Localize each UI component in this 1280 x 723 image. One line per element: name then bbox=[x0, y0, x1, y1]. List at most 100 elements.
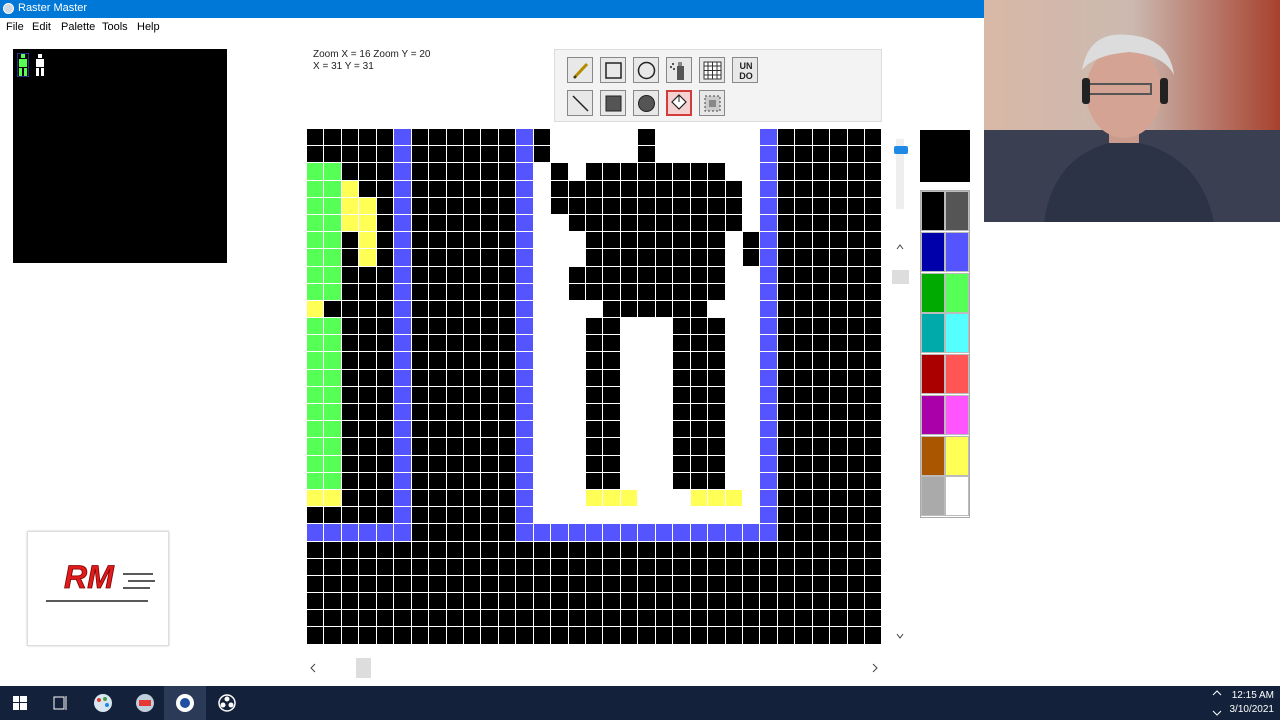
pixel-cell[interactable] bbox=[725, 266, 743, 284]
pixel-cell[interactable] bbox=[690, 197, 709, 215]
pixel-cell[interactable] bbox=[568, 541, 586, 559]
pixel-cell[interactable] bbox=[690, 214, 709, 233]
pixel-cell[interactable] bbox=[568, 283, 586, 301]
pixel-cell[interactable] bbox=[446, 472, 464, 490]
pixel-cell[interactable] bbox=[359, 386, 377, 404]
pixel-cell[interactable] bbox=[673, 180, 691, 198]
pixel-cell[interactable] bbox=[725, 129, 743, 147]
pixel-cell[interactable] bbox=[498, 610, 517, 628]
pixel-cell[interactable] bbox=[795, 232, 813, 250]
pixel-cell[interactable] bbox=[830, 610, 848, 628]
pixel-cell[interactable] bbox=[847, 232, 865, 250]
pixel-cell[interactable] bbox=[341, 129, 360, 147]
pixel-cell[interactable] bbox=[760, 610, 778, 628]
pixel-cell[interactable] bbox=[620, 575, 639, 594]
pixel-cell[interactable] bbox=[777, 489, 796, 508]
pixel-cell[interactable] bbox=[638, 214, 656, 233]
pixel-cell[interactable] bbox=[481, 163, 499, 181]
pixel-cell[interactable] bbox=[498, 541, 517, 559]
pixel-cell[interactable] bbox=[638, 197, 656, 215]
pixel-cell[interactable] bbox=[463, 455, 482, 473]
pixel-cell[interactable] bbox=[498, 421, 517, 439]
pixel-cell[interactable] bbox=[411, 318, 430, 336]
pixel-cell[interactable] bbox=[742, 283, 761, 301]
pixel-cell[interactable] bbox=[376, 575, 395, 594]
pixel-cell[interactable] bbox=[394, 335, 412, 353]
pixel-cell[interactable] bbox=[725, 318, 743, 336]
pixel-cell[interactable] bbox=[725, 507, 743, 525]
pixel-cell[interactable] bbox=[498, 524, 517, 542]
pixel-cell[interactable] bbox=[673, 146, 691, 164]
pixel-cell[interactable] bbox=[463, 129, 482, 147]
menu-edit[interactable]: Edit bbox=[32, 21, 51, 33]
pixel-cell[interactable] bbox=[411, 610, 430, 628]
pixel-cell[interactable] bbox=[551, 438, 569, 456]
pixel-cell[interactable] bbox=[812, 627, 831, 645]
pixel-cell[interactable] bbox=[359, 180, 377, 198]
pixel-cell[interactable] bbox=[620, 266, 639, 284]
pixel-cell[interactable] bbox=[673, 593, 691, 611]
pixel-cell[interactable] bbox=[586, 438, 604, 456]
pixel-cell[interactable] bbox=[586, 610, 604, 628]
taskbar-app-settings[interactable] bbox=[164, 686, 206, 720]
pixel-cell[interactable] bbox=[673, 249, 691, 267]
pixel-cell[interactable] bbox=[742, 163, 761, 181]
pixel-cell[interactable] bbox=[341, 180, 360, 198]
pixel-cell[interactable] bbox=[742, 541, 761, 559]
pixel-cell[interactable] bbox=[673, 575, 691, 594]
pixel-cell[interactable] bbox=[690, 352, 709, 370]
pixel-cell[interactable] bbox=[603, 610, 621, 628]
pixel-cell[interactable] bbox=[341, 283, 360, 301]
pixel-cell[interactable] bbox=[429, 558, 447, 576]
pixel-cell[interactable] bbox=[359, 214, 377, 233]
pixel-cell[interactable] bbox=[830, 455, 848, 473]
pixel-cell[interactable] bbox=[655, 558, 674, 576]
select-tool-button[interactable] bbox=[699, 90, 725, 116]
pixel-cell[interactable] bbox=[498, 180, 517, 198]
pixel-cell[interactable] bbox=[795, 146, 813, 164]
pixel-cell[interactable] bbox=[463, 627, 482, 645]
pixel-cell[interactable] bbox=[446, 249, 464, 267]
pixel-cell[interactable] bbox=[812, 489, 831, 508]
pixel-cell[interactable] bbox=[324, 352, 342, 370]
pixel-cell[interactable] bbox=[446, 541, 464, 559]
pixel-cell[interactable] bbox=[812, 352, 831, 370]
pixel-cell[interactable] bbox=[847, 335, 865, 353]
pixel-cell[interactable] bbox=[830, 197, 848, 215]
pixel-cell[interactable] bbox=[586, 627, 604, 645]
pixel-cell[interactable] bbox=[551, 421, 569, 439]
pixel-cell[interactable] bbox=[516, 575, 534, 594]
pixel-cell[interactable] bbox=[708, 129, 726, 147]
pixel-cell[interactable] bbox=[777, 369, 796, 387]
pixel-cell[interactable] bbox=[516, 610, 534, 628]
palette-swatch[interactable] bbox=[945, 272, 969, 313]
pixel-cell[interactable] bbox=[812, 421, 831, 439]
pixel-cell[interactable] bbox=[376, 489, 395, 508]
pixel-cell[interactable] bbox=[812, 129, 831, 147]
pixel-cell[interactable] bbox=[830, 438, 848, 456]
pixel-cell[interactable] bbox=[481, 369, 499, 387]
pixel-cell[interactable] bbox=[742, 318, 761, 336]
pixel-cell[interactable] bbox=[777, 146, 796, 164]
pixel-cell[interactable] bbox=[429, 369, 447, 387]
pixel-cell[interactable] bbox=[690, 541, 709, 559]
pixel-cell[interactable] bbox=[394, 610, 412, 628]
pixel-cell[interactable] bbox=[830, 507, 848, 525]
pixel-cell[interactable] bbox=[429, 455, 447, 473]
vertical-scrollbar[interactable] bbox=[891, 129, 909, 645]
pixel-cell[interactable] bbox=[865, 438, 883, 456]
pixel-cell[interactable] bbox=[725, 300, 743, 319]
pixel-cell[interactable] bbox=[481, 232, 499, 250]
start-button[interactable] bbox=[0, 686, 42, 720]
pixel-cell[interactable] bbox=[341, 575, 360, 594]
pixel-cell[interactable] bbox=[376, 335, 395, 353]
pixel-cell[interactable] bbox=[777, 249, 796, 267]
pixel-cell[interactable] bbox=[498, 558, 517, 576]
pixel-canvas[interactable] bbox=[307, 129, 883, 645]
pixel-cell[interactable] bbox=[812, 180, 831, 198]
pixel-cell[interactable] bbox=[551, 335, 569, 353]
pixel-cell[interactable] bbox=[568, 300, 586, 319]
pixel-cell[interactable] bbox=[673, 438, 691, 456]
pixel-cell[interactable] bbox=[638, 455, 656, 473]
pixel-cell[interactable] bbox=[690, 575, 709, 594]
